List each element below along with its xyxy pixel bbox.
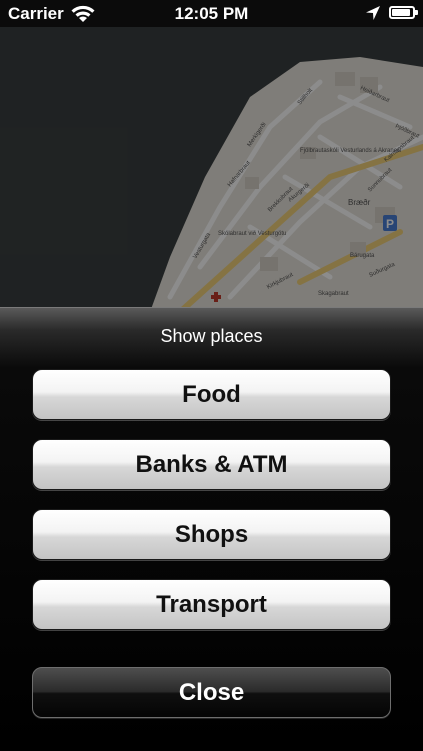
map-view[interactable]: Fjölbrautaskóli Vesturlands á Akranesi S… <box>0 27 423 312</box>
battery-icon <box>389 6 418 19</box>
transport-button[interactable]: Transport <box>32 579 391 630</box>
sheet-title: Show places <box>160 326 263 346</box>
shops-button[interactable]: Shops <box>32 509 391 560</box>
status-bar: Carrier 12:05 PM <box>0 0 423 27</box>
banks-atm-button[interactable]: Banks & ATM <box>32 439 391 490</box>
battery-level <box>392 9 410 16</box>
map-overlay <box>0 27 423 312</box>
close-button[interactable]: Close <box>32 667 391 718</box>
food-button[interactable]: Food <box>32 369 391 420</box>
location-arrow-icon <box>366 6 380 20</box>
clock: 12:05 PM <box>174 4 249 23</box>
action-sheet: Show places Food Banks & ATM Shops Trans… <box>0 307 423 751</box>
